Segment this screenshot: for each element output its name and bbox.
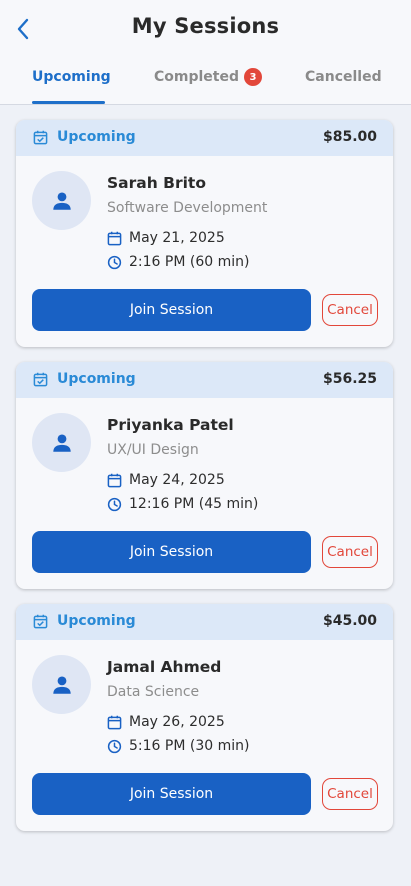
mentor-name: Sarah Brito [107, 174, 206, 192]
session-card: Upcoming $45.00 Jamal Ahmed Data Science… [16, 604, 393, 831]
avatar [32, 171, 91, 230]
session-subject: UX/UI Design [107, 442, 199, 458]
page-title: My Sessions [131, 14, 280, 38]
session-date-row: May 21, 2025 [107, 230, 225, 246]
mentor-name: Priyanka Patel [107, 416, 234, 434]
tab-upcoming-label: Upcoming [32, 69, 111, 85]
session-card: Upcoming $85.00 Sarah Brito Software Dev… [16, 120, 393, 347]
person-icon [52, 191, 71, 210]
session-time: 2:16 PM (60 min) [129, 254, 250, 270]
tab-cancelled-label: Cancelled [305, 69, 382, 85]
tab-upcoming[interactable]: Upcoming [32, 62, 111, 105]
session-price: $56.25 [322, 371, 377, 387]
calendar-check-icon [33, 130, 48, 145]
session-tabs: Upcoming Completed 3 Cancelled [0, 62, 411, 105]
session-card-header: Upcoming $85.00 [16, 120, 393, 156]
active-tab-indicator [32, 101, 105, 104]
session-card-header: Upcoming $45.00 [16, 604, 393, 640]
cancel-session-button[interactable]: Cancel [322, 294, 378, 326]
session-status: Upcoming [57, 371, 136, 387]
mentor-name: Jamal Ahmed [107, 658, 222, 676]
session-time-row: 2:16 PM (60 min) [107, 254, 249, 270]
session-card: Upcoming $56.25 Priyanka Patel UX/UI Des… [16, 362, 393, 589]
session-time: 12:16 PM (45 min) [129, 496, 259, 512]
session-date-row: May 26, 2025 [107, 714, 225, 730]
tab-completed[interactable]: Completed 3 [154, 62, 263, 105]
clock-icon [107, 497, 122, 511]
session-date: May 26, 2025 [129, 714, 225, 730]
session-status: Upcoming [57, 129, 136, 145]
join-session-button[interactable]: Join Session [32, 531, 311, 573]
calendar-icon [107, 231, 122, 245]
person-icon [52, 433, 71, 452]
session-date-row: May 24, 2025 [107, 472, 225, 488]
session-time-row: 12:16 PM (45 min) [107, 496, 258, 512]
app-header: My Sessions Upcoming Completed 3 Cancell… [0, 0, 411, 105]
join-session-button[interactable]: Join Session [32, 773, 311, 815]
session-time: 5:16 PM (30 min) [129, 738, 250, 754]
session-date: May 21, 2025 [129, 230, 225, 246]
person-icon [52, 675, 71, 694]
session-card-header: Upcoming $56.25 [16, 362, 393, 398]
tab-cancelled[interactable]: Cancelled [305, 62, 382, 105]
session-status: Upcoming [57, 613, 136, 629]
cancel-session-button[interactable]: Cancel [322, 778, 378, 810]
join-session-button[interactable]: Join Session [32, 289, 311, 331]
avatar [32, 655, 91, 714]
session-date: May 24, 2025 [129, 472, 225, 488]
completed-count-badge: 3 [244, 68, 263, 86]
session-subject: Software Development [107, 200, 268, 216]
session-price: $45.00 [322, 613, 377, 629]
session-price: $85.00 [322, 129, 377, 145]
clock-icon [107, 739, 122, 753]
clock-icon [107, 255, 122, 269]
avatar [32, 413, 91, 472]
tab-completed-label: Completed [154, 69, 240, 85]
session-time-row: 5:16 PM (30 min) [107, 738, 249, 754]
cancel-session-button[interactable]: Cancel [322, 536, 378, 568]
calendar-icon [107, 473, 122, 487]
calendar-icon [107, 715, 122, 729]
session-subject: Data Science [107, 684, 200, 700]
calendar-check-icon [33, 614, 48, 629]
calendar-check-icon [33, 372, 48, 387]
